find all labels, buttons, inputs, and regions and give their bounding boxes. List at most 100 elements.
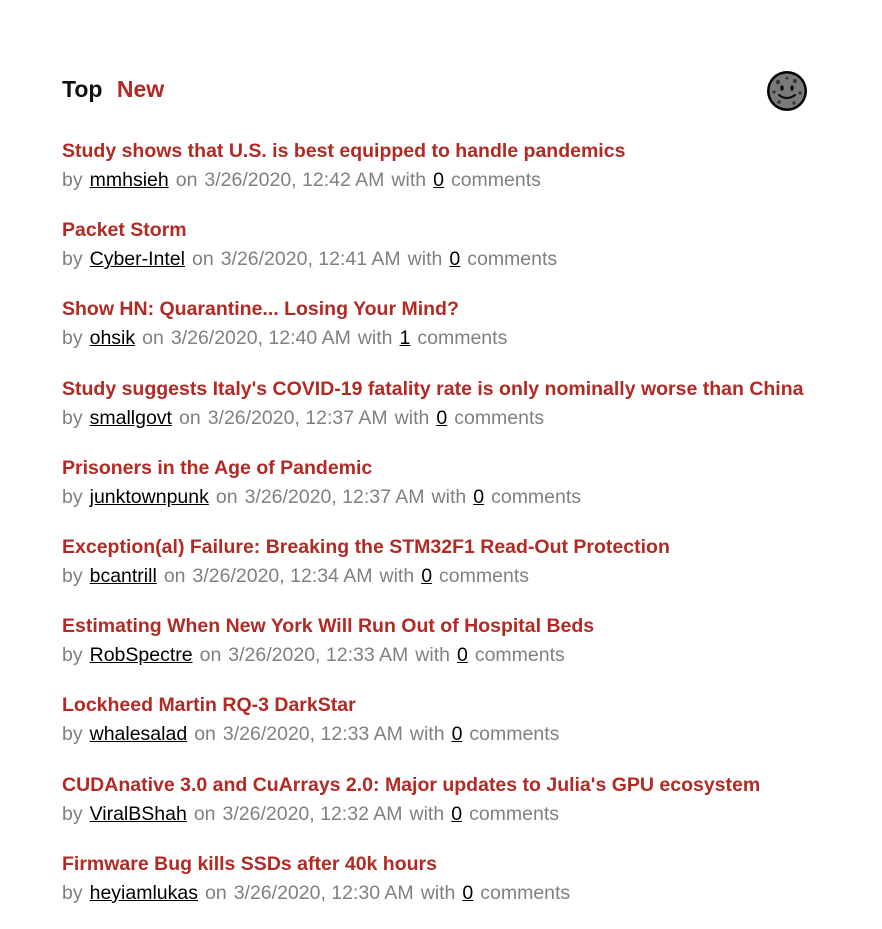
by-label: by bbox=[62, 406, 83, 429]
story-date: 3/26/2020, 12:41 AM bbox=[220, 248, 401, 271]
story-meta: by RobSpectre on 3/26/2020, 12:33 AM with 0 co… bbox=[62, 640, 852, 670]
with-label: with bbox=[409, 802, 445, 825]
story-title-link[interactable]: Exception(al) Failure: Breaking the STM3… bbox=[62, 533, 852, 561]
comment-count-link[interactable]: 1 bbox=[400, 327, 411, 349]
comment-count-link[interactable]: 0 bbox=[436, 407, 447, 429]
story-date: 3/26/2020, 12:34 AM bbox=[192, 564, 373, 587]
author-link[interactable]: smallgovt bbox=[90, 407, 172, 429]
on-label: on bbox=[142, 327, 164, 350]
by-label: by bbox=[62, 169, 83, 191]
story-title-link[interactable]: Packet Storm bbox=[62, 216, 852, 244]
by-label: by bbox=[62, 485, 83, 508]
tab-new[interactable]: New bbox=[117, 74, 164, 104]
story-item: Prisoners in the Age of Pandemic by junkto… bbox=[62, 454, 852, 533]
story-date: 3/26/2020, 12:32 AM bbox=[222, 802, 403, 825]
with-label: with bbox=[409, 723, 445, 746]
author-link[interactable]: ViralBShah bbox=[90, 803, 187, 825]
story-meta: by whalesalad on 3/26/2020, 12:33 AM with 0 co… bbox=[62, 719, 852, 749]
comments-label: comments bbox=[469, 802, 560, 825]
on-label: on bbox=[205, 881, 227, 904]
comment-count-link[interactable]: 0 bbox=[473, 486, 484, 508]
with-label: with bbox=[407, 248, 443, 271]
story-item: Lockheed Martin RQ-3 DarkStar by whalesala… bbox=[62, 691, 852, 770]
story-item: Exception(al) Failure: Breaking the STM3… bbox=[62, 533, 852, 612]
comments-label: comments bbox=[480, 881, 571, 904]
story-meta: by heyiamlukas on 3/26/2020, 12:30 AM with 0 c… bbox=[62, 878, 852, 908]
author-link[interactable]: bcantrill bbox=[90, 565, 157, 587]
author-link[interactable]: Cyber-Intel bbox=[90, 248, 185, 270]
on-label: on bbox=[178, 406, 201, 429]
comment-count-link[interactable]: 0 bbox=[421, 565, 432, 587]
comments-label: comments bbox=[467, 248, 558, 271]
comment-count-link[interactable]: 0 bbox=[449, 248, 460, 270]
story-meta: by mmhsieh on 3/26/2020, 12:42 AM with 0 comme… bbox=[62, 165, 852, 195]
author-link[interactable]: heyiamlukas bbox=[90, 882, 198, 904]
comments-label: comments bbox=[454, 406, 545, 429]
author-link[interactable]: whalesalad bbox=[90, 723, 188, 745]
with-label: with bbox=[391, 169, 427, 191]
comment-count-link[interactable]: 0 bbox=[433, 169, 444, 191]
story-item: Firmware Bug kills SSDs after 40k hours b… bbox=[62, 850, 852, 929]
by-label: by bbox=[62, 723, 83, 746]
comments-label: comments bbox=[491, 485, 582, 508]
comments-label: comments bbox=[474, 644, 565, 667]
story-meta: by ViralBShah on 3/26/2020, 12:32 AM with 0 co… bbox=[62, 799, 852, 829]
with-label: with bbox=[420, 881, 456, 904]
comments-label: comments bbox=[417, 327, 508, 350]
story-title-link[interactable]: Study shows that U.S. is best equipped t… bbox=[62, 137, 852, 165]
story-date: 3/26/2020, 12:33 AM bbox=[228, 644, 409, 667]
tab-top[interactable]: Top bbox=[62, 74, 102, 104]
by-label: by bbox=[62, 881, 83, 904]
story-item: Estimating When New York Will Run Out of… bbox=[62, 612, 852, 691]
story-title-link[interactable]: CUDAnative 3.0 and CuArrays 2.0: Major u… bbox=[62, 771, 852, 799]
by-label: by bbox=[62, 802, 83, 825]
on-label: on bbox=[199, 644, 222, 667]
story-item: CUDAnative 3.0 and CuArrays 2.0: Major u… bbox=[62, 771, 852, 850]
story-date: 3/26/2020, 12:37 AM bbox=[244, 485, 425, 508]
author-link[interactable]: junktownpunk bbox=[90, 486, 209, 508]
story-title-link[interactable]: Prisoners in the Age of Pandemic bbox=[62, 454, 852, 482]
story-meta: by bcantrill on 3/26/2020, 12:34 AM with 0 com… bbox=[62, 561, 852, 591]
comments-label: comments bbox=[439, 564, 529, 587]
author-link[interactable]: ohsik bbox=[90, 327, 136, 349]
on-label: on bbox=[215, 485, 238, 508]
comment-count-link[interactable]: 0 bbox=[457, 644, 468, 666]
on-label: on bbox=[191, 248, 214, 271]
story-title-link[interactable]: Show HN: Quarantine... Losing Your Mind? bbox=[62, 295, 852, 323]
with-label: with bbox=[415, 644, 450, 667]
story-date: 3/26/2020, 12:42 AM bbox=[204, 169, 385, 191]
story-title-link[interactable]: Estimating When New York Will Run Out of… bbox=[62, 612, 852, 640]
by-label: by bbox=[62, 248, 83, 271]
story-date: 3/26/2020, 12:33 AM bbox=[222, 723, 403, 746]
story-meta: by junktownpunk on 3/26/2020, 12:37 AM with 0… bbox=[62, 482, 852, 512]
story-title-link[interactable]: Firmware Bug kills SSDs after 40k hours bbox=[62, 850, 852, 878]
cookie-face-icon[interactable] bbox=[766, 70, 808, 112]
story-title-link[interactable]: Lockheed Martin RQ-3 DarkStar bbox=[62, 691, 852, 719]
with-label: with bbox=[394, 406, 430, 429]
story-meta: by smallgovt on 3/26/2020, 12:37 AM with 0 com… bbox=[62, 403, 852, 433]
header: Top New bbox=[62, 70, 812, 112]
with-label: with bbox=[431, 485, 467, 508]
story-item: Study shows that U.S. is best equipped t… bbox=[62, 137, 852, 216]
by-label: by bbox=[62, 644, 83, 667]
by-label: by bbox=[62, 327, 83, 350]
on-label: on bbox=[194, 723, 216, 746]
author-link[interactable]: mmhsieh bbox=[90, 169, 169, 191]
comment-count-link[interactable]: 0 bbox=[452, 723, 463, 745]
on-label: on bbox=[163, 564, 186, 587]
story-date: 3/26/2020, 12:40 AM bbox=[170, 327, 351, 350]
story-title-link[interactable]: Study suggests Italy's COVID-19 fatality… bbox=[62, 375, 852, 403]
comment-count-link[interactable]: 0 bbox=[462, 882, 473, 904]
comments-label: comments bbox=[450, 169, 541, 191]
author-link[interactable]: RobSpectre bbox=[90, 644, 193, 666]
story-item: Show HN: Quarantine... Losing Your Mind?… bbox=[62, 295, 852, 374]
comment-count-link[interactable]: 0 bbox=[451, 803, 462, 825]
on-label: on bbox=[175, 169, 198, 191]
by-label: by bbox=[62, 564, 83, 587]
story-date: 3/26/2020, 12:30 AM bbox=[233, 881, 414, 904]
with-label: with bbox=[357, 327, 393, 350]
story-item: Study suggests Italy's COVID-19 fatality… bbox=[62, 375, 852, 454]
story-list: Study shows that U.S. is best equipped t… bbox=[62, 137, 852, 929]
feed-tabs: Top New bbox=[62, 74, 164, 104]
comments-label: comments bbox=[469, 723, 560, 746]
